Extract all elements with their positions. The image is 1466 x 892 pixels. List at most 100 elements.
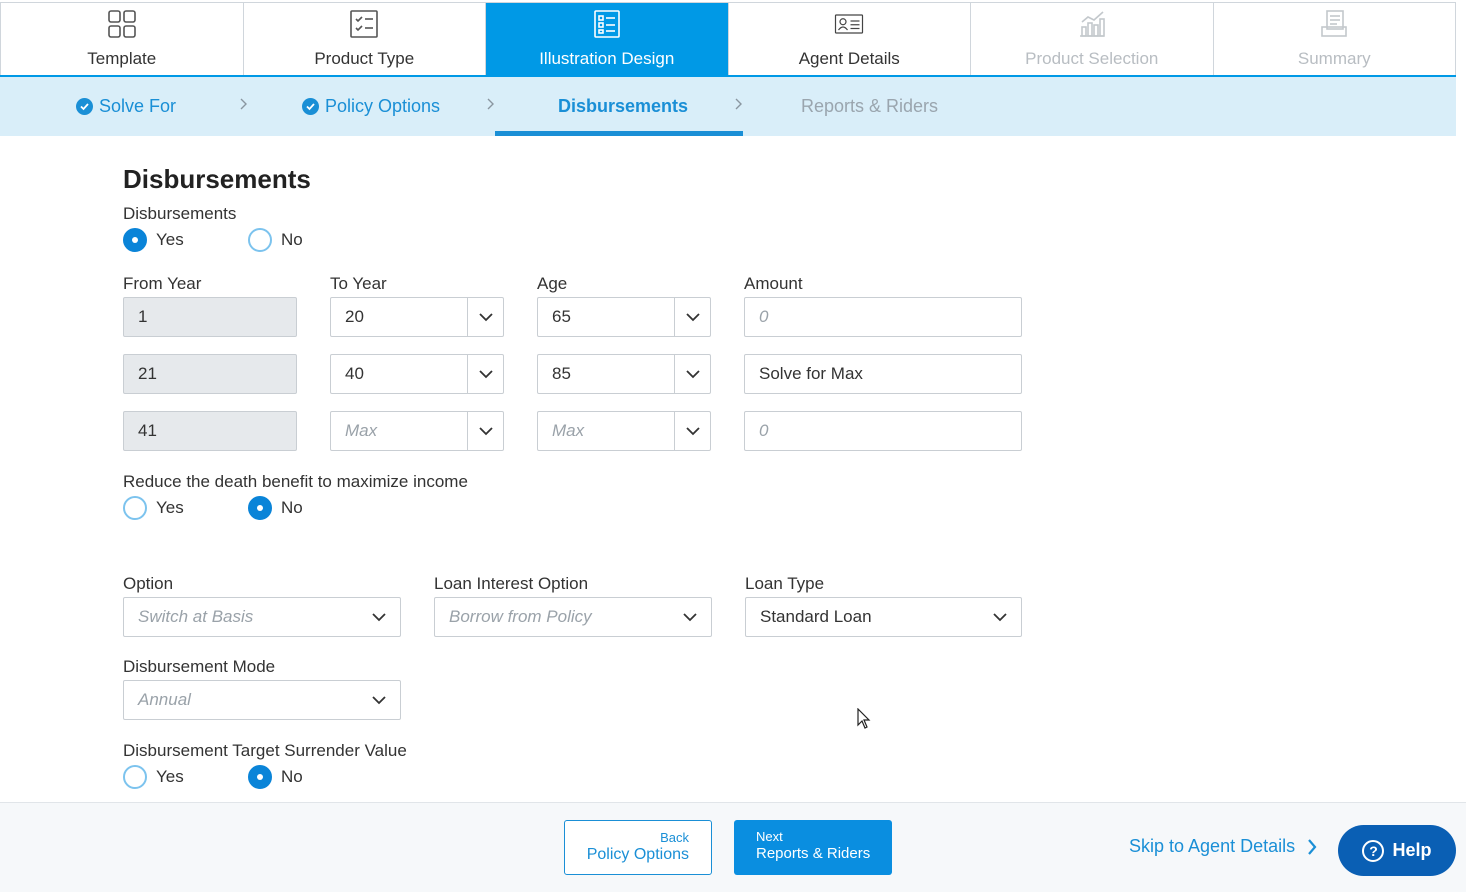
substep-label: Disbursements [558,96,689,116]
reduce-death-benefit-label: Reduce the death benefit to maximize inc… [123,472,468,491]
from-year-field: 21 [123,354,297,394]
age-select[interactable]: Max [537,411,711,451]
amount-input[interactable]: 0 [744,297,1022,337]
tab-label: Agent Details [798,49,900,68]
help-label: Help [1392,840,1432,860]
tab-product-selection[interactable]: Product Selection [970,3,1213,75]
amount-label: Amount [744,274,803,293]
tab-summary[interactable]: Summary [1212,3,1456,75]
check-icon [76,98,93,115]
next-label: Reports & Riders [756,845,871,862]
target-surrender-value-label: Disbursement Target Surrender Value [123,741,407,760]
field-value: 41 [138,421,157,440]
disbursement-mode-select[interactable]: Annual [123,680,401,720]
field-value: Standard Loan [760,607,872,626]
chevron-down-icon[interactable] [467,412,503,450]
radio-yes[interactable] [123,228,147,252]
option-select[interactable]: Switch at Basis [123,597,401,637]
radio-no[interactable] [248,228,272,252]
radio-yes[interactable] [123,496,147,520]
tab-label: Product Type [314,49,415,68]
age-select[interactable]: 85 [537,354,711,394]
radio-label: No [281,230,303,249]
radio-label: No [281,767,303,786]
reduce-death-benefit-no-option[interactable]: No [248,496,303,520]
substep-solve-for[interactable]: Solve For [76,77,176,136]
to-year-select[interactable]: 20 [330,297,504,337]
summary-document-icon [1319,9,1349,39]
from-year-label: From Year [123,274,202,293]
target-surrender-value-yes-option[interactable]: Yes [123,765,184,789]
chevron-down-icon[interactable] [674,412,710,450]
tab-illustration-design[interactable]: Illustration Design [485,3,728,75]
radio-no[interactable] [248,496,272,520]
wizard-top-tabs: Template Product Type Illustration Desig… [0,2,1456,77]
field-value: 1 [138,307,148,326]
help-button[interactable]: ? Help [1338,825,1456,876]
target-surrender-value-no-option[interactable]: No [248,765,303,789]
field-value: Annual [138,690,191,709]
field-placeholder: 0 [759,421,769,440]
substep-policy-options[interactable]: Policy Options [302,77,440,136]
from-year-field: 1 [123,297,297,337]
field-value: 21 [138,364,157,383]
back-label: Policy Options [586,846,689,863]
amount-input[interactable]: Solve for Max [744,354,1022,394]
to-year-select[interactable]: 40 [330,354,504,394]
field-value: 65 [552,307,571,326]
disbursements-label: Disbursements [123,204,237,223]
option-label: Option [123,574,174,593]
skip-to-agent-details-link[interactable]: Skip to Agent Details [1129,836,1317,857]
chevron-down-icon[interactable] [467,298,503,336]
amount-input[interactable]: 0 [744,411,1022,451]
from-year-field: 41 [123,411,297,451]
next-small-label: Next [756,829,783,844]
chevron-down-icon[interactable] [674,355,710,393]
substep-label: Solve For [99,96,177,116]
reduce-death-benefit-yes-option[interactable]: Yes [123,496,184,520]
radio-yes[interactable] [123,765,147,789]
to-year-select[interactable]: Max [330,411,504,451]
substep-reports-riders[interactable]: Reports & Riders [801,77,938,136]
field-value: Solve for Max [759,364,863,383]
chevron-right-icon [486,97,494,115]
substep-disbursements[interactable]: Disbursements [558,77,688,136]
chevron-down-icon [372,607,386,627]
loan-interest-option-label: Loan Interest Option [434,574,589,593]
loan-type-select[interactable]: Standard Loan [745,597,1022,637]
loan-type-label: Loan Type [745,574,825,593]
check-icon [302,98,319,115]
next-button[interactable]: Next Reports & Riders [734,820,892,875]
chevron-down-icon[interactable] [674,298,710,336]
chevron-down-icon [993,607,1007,627]
radio-label: Yes [156,498,184,517]
list-document-icon [592,9,622,39]
age-label: Age [537,274,568,293]
disbursements-no-option[interactable]: No [248,228,303,252]
tab-agent-details[interactable]: Agent Details [727,3,970,75]
field-value: 40 [345,364,364,383]
chevron-down-icon[interactable] [467,355,503,393]
chevron-down-icon [683,607,697,627]
to-year-label: To Year [330,274,387,293]
sub-steps-bar: Solve For Policy Options Disbursements R… [0,77,1456,136]
disbursements-yes-option[interactable]: Yes [123,228,184,252]
back-button[interactable]: Back Policy Options [564,820,712,875]
field-value: 85 [552,364,571,383]
id-card-icon [834,9,864,39]
bar-chart-icon [1077,9,1107,39]
tab-template[interactable]: Template [0,3,243,75]
tab-label: Summary [1297,49,1371,68]
checklist-icon [349,9,379,39]
loan-interest-option-select[interactable]: Borrow from Policy [434,597,712,637]
field-value: Borrow from Policy [449,607,592,626]
field-value: 20 [345,307,364,326]
radio-no[interactable] [248,765,272,789]
age-select[interactable]: 65 [537,297,711,337]
mouse-cursor-icon [857,708,871,729]
substep-label: Policy Options [325,96,441,116]
chevron-right-icon [239,97,247,115]
field-placeholder: Max [552,421,585,440]
tab-product-type[interactable]: Product Type [242,3,485,75]
radio-label: Yes [156,767,184,786]
